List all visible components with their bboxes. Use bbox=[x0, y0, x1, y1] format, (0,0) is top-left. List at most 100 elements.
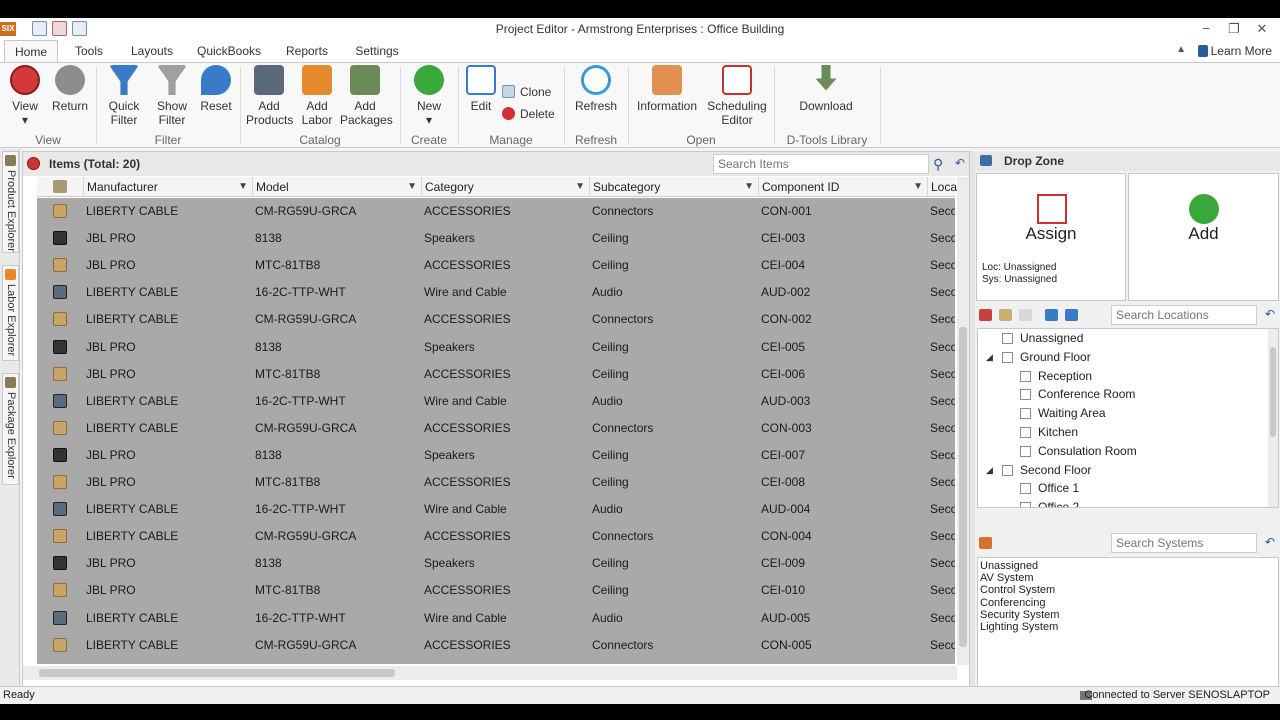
tree-node[interactable]: Unassigned bbox=[1002, 329, 1083, 347]
table-row[interactable]: JBL PRO MTC-81TB8 ACCESSORIES Ceiling CEI-00… bbox=[37, 361, 955, 388]
location-checkbox[interactable] bbox=[1020, 445, 1031, 457]
search-icon[interactable]: ⚲ bbox=[933, 156, 943, 173]
table-row[interactable]: JBL PRO MTC-81TB8 ACCESSORIES Ceiling CEI-00… bbox=[37, 469, 955, 496]
edit-button[interactable]: Edit bbox=[464, 65, 498, 113]
quick-filter-button[interactable]: Quick Filter bbox=[104, 65, 144, 127]
delete-button[interactable]: Delete bbox=[502, 107, 555, 121]
scrollbar-thumb[interactable] bbox=[39, 669, 395, 677]
table-row[interactable]: LIBERTY CABLE 16-2C-TTP-WHT Wire and Cable… bbox=[37, 605, 955, 632]
filter-icon[interactable]: ▼ bbox=[744, 177, 754, 197]
list-item[interactable]: Unassigned bbox=[980, 560, 1038, 572]
tree-node[interactable]: Reception bbox=[1020, 367, 1092, 385]
table-row[interactable]: JBL PRO 8138 Speakers Ceiling CEI-005 Seco bbox=[37, 334, 955, 361]
filter-icon[interactable]: ▼ bbox=[407, 177, 417, 197]
location-list-icon[interactable] bbox=[1019, 309, 1032, 321]
table-row[interactable]: LIBERTY CABLE CM-RG59U-GRCA ACCESSORIES Con… bbox=[37, 198, 955, 225]
location-filter-icon[interactable] bbox=[979, 309, 992, 321]
new-button[interactable]: New ▾ bbox=[410, 65, 448, 127]
minimize-button[interactable]: − bbox=[1196, 20, 1216, 38]
labor-explorer-tab[interactable]: Labor Explorer bbox=[2, 265, 19, 361]
view-button[interactable]: View ▾ bbox=[6, 65, 44, 127]
table-row[interactable]: LIBERTY CABLE CM-RG59U-GRCA ACCESSORIES Con… bbox=[37, 306, 955, 333]
list-item[interactable]: Security System bbox=[980, 609, 1059, 621]
table-row[interactable]: JBL PRO 8138 Speakers Ceiling CEI-009 Seco bbox=[37, 550, 955, 577]
list-item[interactable]: Conferencing bbox=[980, 597, 1045, 609]
search-locations-input[interactable] bbox=[1111, 305, 1257, 325]
clear-search-icon[interactable]: ↶ bbox=[1265, 535, 1275, 549]
list-item[interactable]: Lighting System bbox=[980, 621, 1058, 633]
scrollbar-thumb[interactable] bbox=[959, 327, 967, 647]
tree-node[interactable]: Waiting Area bbox=[1020, 404, 1106, 422]
location-checkbox[interactable] bbox=[1020, 427, 1031, 438]
maximize-button[interactable]: ❐ bbox=[1224, 20, 1244, 38]
add-drop-target[interactable]: Add bbox=[1128, 173, 1279, 301]
download-button[interactable]: Download bbox=[796, 65, 856, 113]
tree-node[interactable]: Consulation Room bbox=[1020, 442, 1137, 460]
location-checkbox[interactable] bbox=[1020, 502, 1031, 507]
package-explorer-tab[interactable]: Package Explorer bbox=[2, 373, 19, 485]
tab-tools[interactable]: Tools bbox=[66, 40, 112, 62]
add-packages-button[interactable]: Add Packages bbox=[340, 65, 393, 127]
clear-search-icon[interactable]: ↶ bbox=[1265, 307, 1275, 321]
location-checkbox[interactable] bbox=[1020, 389, 1031, 401]
add-products-button[interactable]: Add Products bbox=[246, 65, 293, 127]
component-id-header[interactable]: Component ID ▼ bbox=[758, 177, 927, 197]
scheduling-editor-button[interactable]: Scheduling Editor bbox=[706, 65, 768, 127]
add-labor-button[interactable]: Add Labor bbox=[298, 65, 336, 127]
location-grid-icon[interactable] bbox=[999, 309, 1012, 321]
table-row[interactable]: LIBERTY CABLE 16-2C-TTP-WHT Wire and Cable… bbox=[37, 279, 955, 306]
search-systems-input[interactable] bbox=[1111, 533, 1257, 553]
search-items-input[interactable] bbox=[713, 154, 929, 174]
location-header[interactable]: Loca bbox=[927, 177, 957, 197]
location-checkbox[interactable] bbox=[1002, 464, 1013, 476]
model-header[interactable]: Model ▼ bbox=[252, 177, 421, 197]
list-item[interactable]: Control System bbox=[980, 584, 1055, 596]
scrollbar-thumb[interactable] bbox=[1270, 347, 1276, 437]
tree-node[interactable]: ◢ Second Floor bbox=[986, 461, 1091, 479]
subcategory-header[interactable]: Subcategory ▼ bbox=[589, 177, 758, 197]
close-button[interactable]: ✕ bbox=[1252, 20, 1272, 38]
tab-settings[interactable]: Settings bbox=[348, 40, 406, 62]
tree-node[interactable]: Conference Room bbox=[1020, 385, 1135, 403]
filter-icon[interactable]: ▼ bbox=[575, 177, 585, 197]
tab-layouts[interactable]: Layouts bbox=[124, 40, 180, 62]
table-row[interactable]: LIBERTY CABLE 16-2C-TTP-WHT Wire and Cable… bbox=[37, 496, 955, 523]
table-row[interactable]: LIBERTY CABLE 16-2C-TTP-WHT Wire and Cable… bbox=[37, 388, 955, 415]
assign-drop-target[interactable]: Assign Loc: Unassigned Sys: Unassigned bbox=[976, 173, 1126, 301]
tree-node[interactable]: Office 2 bbox=[1020, 498, 1079, 507]
expander-icon[interactable]: ◢ bbox=[986, 348, 993, 366]
table-row[interactable]: JBL PRO 8138 Speakers Ceiling CEI-007 Seco bbox=[37, 442, 955, 469]
table-row[interactable]: LIBERTY CABLE CM-RG59U-GRCA ACCESSORIES Con… bbox=[37, 415, 955, 442]
table-row[interactable]: LIBERTY CABLE CM-RG59U-GRCA ACCESSORIES Con… bbox=[37, 632, 955, 659]
refresh-button[interactable]: Refresh bbox=[574, 65, 618, 113]
locations-scrollbar[interactable] bbox=[1268, 329, 1278, 507]
items-horizontal-scrollbar[interactable] bbox=[23, 666, 957, 680]
tab-quickbooks[interactable]: QuickBooks bbox=[192, 40, 266, 62]
items-vertical-scrollbar[interactable] bbox=[957, 177, 969, 665]
return-button[interactable]: Return bbox=[50, 65, 90, 113]
table-row[interactable]: JBL PRO MTC-81TB8 ACCESSORIES Ceiling CEI-01… bbox=[37, 577, 955, 604]
category-header[interactable]: Category ▼ bbox=[421, 177, 589, 197]
tree-node[interactable]: Kitchen bbox=[1020, 423, 1078, 441]
location-checkbox[interactable] bbox=[1020, 370, 1031, 382]
information-button[interactable]: Information bbox=[636, 65, 698, 113]
location-checkbox[interactable] bbox=[1020, 408, 1031, 420]
location-checkbox[interactable] bbox=[1020, 483, 1031, 495]
filter-icon[interactable]: ▼ bbox=[913, 177, 923, 197]
clone-button[interactable]: Clone bbox=[502, 85, 551, 99]
collapse-ribbon-icon[interactable]: ▲ bbox=[1176, 44, 1186, 55]
table-row[interactable]: JBL PRO 8138 Speakers Ceiling CEI-003 Seco bbox=[37, 225, 955, 252]
collapse-all-icon[interactable] bbox=[1065, 309, 1078, 321]
location-checkbox[interactable] bbox=[1002, 351, 1013, 363]
filter-icon[interactable]: ▼ bbox=[238, 177, 248, 197]
tab-reports[interactable]: Reports bbox=[280, 40, 334, 62]
expand-all-icon[interactable] bbox=[1045, 309, 1058, 321]
tree-node[interactable]: Office 1 bbox=[1020, 479, 1079, 497]
tree-node[interactable]: ◢ Ground Floor bbox=[986, 348, 1091, 366]
show-filter-button[interactable]: Show Filter bbox=[152, 65, 192, 127]
expander-icon[interactable]: ◢ bbox=[986, 461, 993, 479]
location-checkbox[interactable] bbox=[1002, 333, 1013, 344]
manufacturer-header[interactable]: Manufacturer ▼ bbox=[83, 177, 252, 197]
clear-search-icon[interactable]: ↶ bbox=[955, 156, 965, 170]
learn-more-link[interactable]: Learn More bbox=[1211, 44, 1272, 58]
